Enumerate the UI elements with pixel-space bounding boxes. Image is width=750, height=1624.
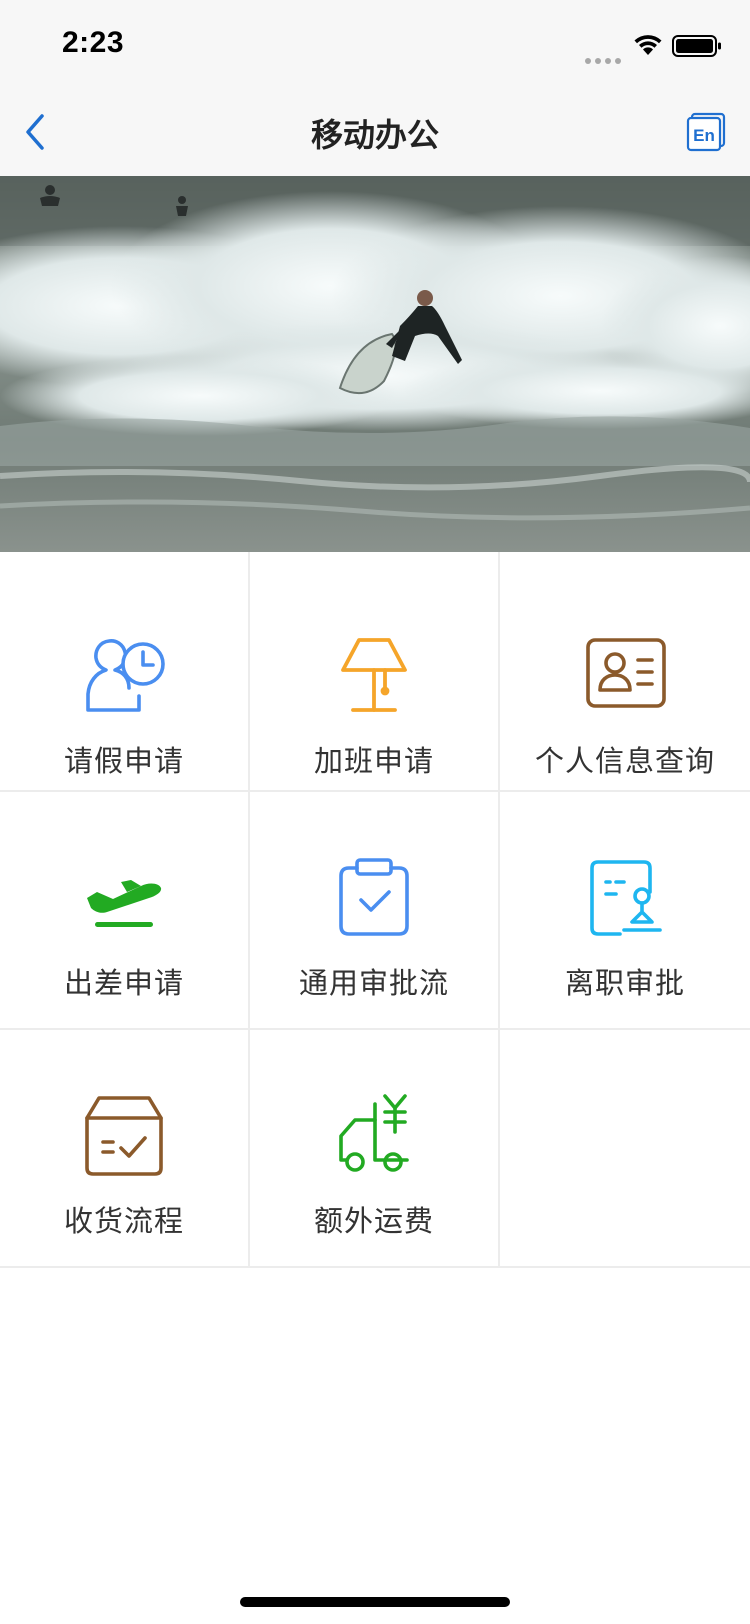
menu-label: 额外运费 [313, 1204, 434, 1238]
menu-item-personal-info[interactable]: 个人信息查询 [500, 552, 750, 790]
package-check-icon [85, 1096, 163, 1176]
page-title: 移动办公 [310, 116, 439, 154]
navigation-bar: 移动办公 En [0, 88, 750, 176]
clipboard-check-icon [339, 858, 409, 936]
menu-label: 通用审批流 [298, 966, 449, 1000]
menu-label: 加班申请 [313, 744, 434, 778]
cellular-signal-icon [585, 49, 625, 68]
wifi-icon [634, 35, 662, 55]
menu-item-leave-request[interactable]: 请假申请 [0, 552, 250, 790]
function-grid: 请假申请 加班申请 个人信息查询 出差申请 通用审批流 离职审批 收货流程 额外… [0, 552, 750, 1268]
battery-icon [672, 35, 721, 57]
document-stamp-icon [590, 860, 662, 936]
menu-item-extra-freight[interactable]: 额外运费 [250, 1030, 500, 1266]
home-indicator[interactable] [240, 1597, 510, 1607]
status-bar: 2:23 [0, 0, 750, 88]
menu-item-general-approval[interactable]: 通用审批流 [250, 792, 500, 1028]
menu-label: 个人信息查询 [534, 744, 715, 778]
empty-cell [500, 1030, 750, 1266]
menu-label: 出差申请 [63, 966, 184, 1000]
menu-item-overtime-request[interactable]: 加班申请 [250, 552, 500, 790]
desk-lamp-icon [341, 638, 407, 712]
delivery-truck-yen-icon [339, 1094, 409, 1172]
grid-row: 请假申请 加班申请 个人信息查询 [0, 552, 750, 792]
status-time: 2:23 [62, 26, 125, 59]
menu-label: 离职审批 [564, 966, 685, 1000]
menu-item-receiving-process[interactable]: 收货流程 [0, 1030, 250, 1266]
airplane-takeoff-icon [87, 880, 162, 927]
grid-row: 收货流程 额外运费 [0, 1030, 750, 1268]
lang-label: En [693, 126, 715, 145]
language-switch-icon[interactable]: En [686, 112, 726, 152]
grid-row: 出差申请 通用审批流 离职审批 [0, 792, 750, 1030]
banner-image [0, 176, 750, 552]
menu-item-business-trip[interactable]: 出差申请 [0, 792, 250, 1028]
leave-clock-user-icon [86, 639, 165, 712]
menu-item-resignation-approval[interactable]: 离职审批 [500, 792, 750, 1028]
menu-label: 收货流程 [63, 1204, 184, 1238]
id-card-icon [586, 638, 666, 708]
menu-label: 请假申请 [63, 744, 184, 778]
